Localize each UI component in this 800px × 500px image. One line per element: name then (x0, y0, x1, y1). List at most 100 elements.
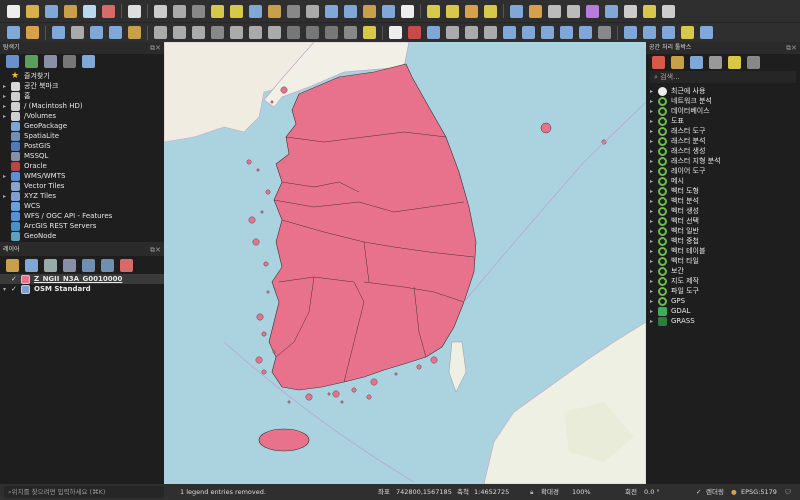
browser-item[interactable]: PostGIS (0, 141, 51, 151)
processing-group[interactable]: ▸ 벡터 선택 (646, 216, 699, 226)
processing-group[interactable]: ▸ 벡터 생성 (646, 206, 699, 216)
locator-input[interactable]: ⌕ 위치를 찾으려면 입력하세요 (⌘K) (4, 486, 164, 498)
edit-tool-icon[interactable] (154, 26, 167, 39)
scale-value[interactable]: 1:4652725 (474, 484, 509, 500)
search-input[interactable]: ⌕ 검색... (650, 71, 796, 83)
edit-tool-icon[interactable] (363, 26, 376, 39)
processing-group[interactable]: ▸ 메시 (646, 176, 684, 186)
filter-icon[interactable] (63, 258, 76, 272)
layer-item[interactable]: ▾ ✓ OSM Standard (0, 284, 164, 294)
main-tool-icon[interactable] (484, 4, 497, 18)
main-tool-icon[interactable] (662, 4, 675, 18)
edit-tool-icon[interactable] (389, 26, 402, 39)
main-tool-icon[interactable] (26, 4, 39, 18)
browser-item[interactable]: ArcGIS REST Servers (0, 221, 96, 231)
edit-tool-icon[interactable] (287, 26, 300, 39)
processing-group[interactable]: ▸ 도표 (646, 116, 684, 126)
edit-tool-icon[interactable] (503, 26, 516, 39)
edit-tool-icon[interactable] (230, 26, 243, 39)
main-tool-icon[interactable] (7, 4, 20, 18)
browser-item[interactable]: GeoNode (0, 231, 56, 241)
browser-item[interactable]: WCS (0, 201, 40, 211)
browser-item[interactable]: GeoPackage (0, 121, 67, 131)
edit-tool-icon[interactable] (427, 26, 440, 39)
main-tool-icon[interactable] (605, 4, 618, 18)
edit-tool-icon[interactable] (109, 26, 122, 39)
eye-icon[interactable] (44, 258, 57, 272)
jeju-polygon[interactable] (258, 428, 310, 452)
refresh-icon[interactable] (25, 55, 38, 68)
layer-visibility-checkbox[interactable]: ✓ (11, 274, 21, 284)
collapse-icon[interactable] (63, 55, 76, 68)
expand-arrow-icon[interactable]: ▾ (3, 285, 11, 295)
filter-icon[interactable] (44, 55, 57, 68)
processing-group[interactable]: ▸ 벡터 중첩 (646, 236, 699, 246)
edit-tool-icon[interactable] (52, 26, 65, 39)
edit-tool-icon[interactable] (465, 26, 478, 39)
main-tool-icon[interactable] (128, 4, 141, 18)
magnifier-value[interactable]: 100% (572, 484, 591, 500)
add-icon[interactable] (6, 55, 19, 68)
layer-visibility-checkbox[interactable]: ✓ (11, 284, 21, 294)
expand-arrow-icon[interactable]: ▸ (650, 317, 658, 327)
main-tool-icon[interactable] (510, 4, 523, 18)
main-tool-icon[interactable] (64, 4, 77, 18)
south-korea-polygon[interactable] (268, 63, 477, 391)
edit-tool-icon[interactable] (522, 26, 535, 39)
edit-tool-icon[interactable] (541, 26, 554, 39)
edit-tool-icon[interactable] (681, 26, 694, 39)
browser-item[interactable]: SpatiaLite (0, 131, 59, 141)
processing-group[interactable]: ▸ 보간 (646, 266, 684, 276)
map-canvas[interactable] (164, 42, 646, 484)
main-tool-icon[interactable] (548, 4, 561, 18)
main-tool-icon[interactable] (83, 4, 96, 18)
style-icon[interactable] (6, 258, 19, 272)
edit-tool-icon[interactable] (192, 26, 205, 39)
edit-tool-icon[interactable] (306, 26, 319, 39)
processing-group[interactable]: ▸ 데이터베이스 (646, 106, 710, 116)
browser-item[interactable]: ▸ 홈 (0, 91, 30, 101)
collapse-icon[interactable] (101, 258, 114, 272)
edit-tool-icon[interactable] (579, 26, 592, 39)
processing-group[interactable]: ▸ 래스터 지형 분석 (646, 156, 721, 166)
edit-tool-icon[interactable] (249, 26, 262, 39)
rotation-value[interactable]: 0.0 ° (644, 484, 660, 500)
edit-tool-icon[interactable] (560, 26, 573, 39)
main-tool-icon[interactable] (211, 4, 224, 18)
edit-tool-icon[interactable] (90, 26, 103, 39)
coordinate-value[interactable]: 742800,1567185 (396, 484, 452, 500)
processing-group[interactable]: ▸ 파일 도구 (646, 286, 699, 296)
render-checkbox[interactable]: ✓ (696, 484, 701, 500)
edit-tool-icon[interactable] (700, 26, 713, 39)
main-tool-icon[interactable] (102, 4, 115, 18)
add-group-icon[interactable] (25, 258, 38, 272)
main-tool-icon[interactable] (567, 4, 580, 18)
main-tool-icon[interactable] (249, 4, 262, 18)
processing-group[interactable]: ▸ GPS (646, 296, 685, 306)
main-tool-icon[interactable] (643, 4, 656, 18)
edit-tool-icon[interactable] (7, 26, 20, 39)
processing-group[interactable]: ▸ 벡터 타일 (646, 256, 699, 266)
edit-tool-icon[interactable] (173, 26, 186, 39)
layer-symbol-icon[interactable] (21, 274, 30, 284)
edit-tool-icon[interactable] (408, 26, 421, 39)
results-icon[interactable] (709, 55, 722, 69)
browser-item[interactable]: Vector Tiles (0, 181, 64, 191)
float-close-icon[interactable]: ⧉✕ (786, 44, 797, 53)
main-tool-icon[interactable] (586, 4, 599, 18)
edit-tool-icon[interactable] (26, 26, 39, 39)
edit-tool-icon[interactable] (643, 26, 656, 39)
browser-item[interactable]: WFS / OGC API - Features (0, 211, 112, 221)
info-icon[interactable] (82, 55, 95, 68)
edit-tool-icon[interactable] (128, 26, 141, 39)
ulleung-polygon[interactable] (540, 122, 552, 134)
history-icon[interactable] (690, 55, 703, 69)
main-tool-icon[interactable] (306, 4, 319, 18)
processing-group[interactable]: ▸ 지도 제작 (646, 276, 699, 286)
main-tool-icon[interactable] (230, 4, 243, 18)
edit-tool-icon[interactable] (662, 26, 675, 39)
processing-group[interactable]: ▸ 네트워크 분석 (646, 96, 712, 106)
main-tool-icon[interactable] (529, 4, 542, 18)
expand-icon[interactable] (82, 258, 95, 272)
main-tool-icon[interactable] (363, 4, 376, 18)
